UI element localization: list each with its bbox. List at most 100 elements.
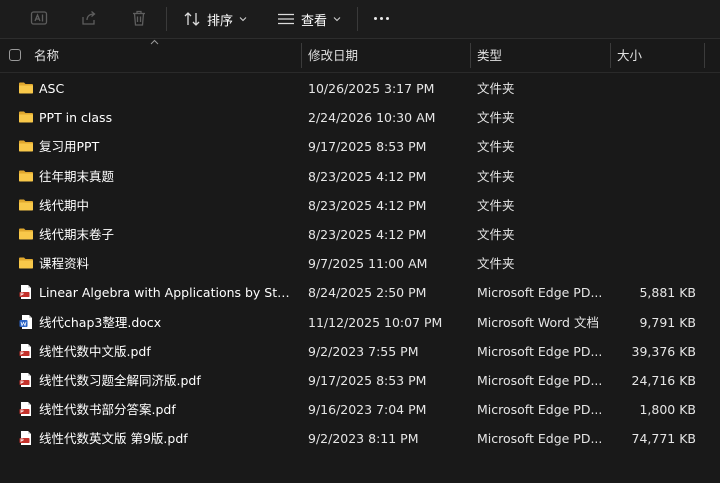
file-type: Microsoft Edge PD... <box>477 372 603 388</box>
file-name: 线代期中 <box>39 197 90 213</box>
file-date-modified: 9/17/2025 8:53 PM <box>308 372 427 388</box>
file-name: 线性代数英文版 第9版.pdf <box>39 431 188 447</box>
file-row[interactable]: 线性代数英文版 第9版.pdf 9/2/2023 8:11 PM Microsoft… <box>0 424 720 453</box>
file-date-modified: 9/2/2023 7:55 PM <box>308 343 419 359</box>
file-name: 往年期末真题 <box>39 168 115 184</box>
sort-button[interactable]: 排序 <box>183 0 247 38</box>
column-header: 名称 修改日期 类型 大小 <box>0 39 720 73</box>
column-type[interactable]: 类型 <box>477 39 502 72</box>
file-date-modified: 8/24/2025 2:50 PM <box>308 285 427 301</box>
file-row[interactable]: 课程资料 9/7/2025 11:00 AM 文件夹 <box>0 249 720 278</box>
file-size <box>616 191 696 220</box>
folder-icon <box>18 168 34 184</box>
column-size[interactable]: 大小 <box>617 39 642 72</box>
sort-label: 排序 <box>207 13 234 29</box>
column-date-modified[interactable]: 修改日期 <box>308 39 358 72</box>
file-row[interactable]: 往年期末真题 8/23/2025 4:12 PM 文件夹 <box>0 162 720 191</box>
file-date-modified: 8/23/2025 4:12 PM <box>308 168 427 184</box>
file-size <box>616 220 696 249</box>
file-row[interactable]: 线性代数书部分答案.pdf 9/16/2023 7:04 PM Microsoft … <box>0 395 720 424</box>
folder-icon <box>18 80 34 96</box>
file-date-modified: 8/23/2025 4:12 PM <box>308 197 427 213</box>
file-size: 24,716 KB <box>631 372 696 388</box>
file-type: Microsoft Edge PD... <box>477 402 603 418</box>
file-type: 文件夹 <box>477 197 515 213</box>
file-type: 文件夹 <box>477 168 515 184</box>
pdf-icon <box>18 343 34 359</box>
pdf-icon <box>18 401 34 417</box>
file-type: 文件夹 <box>477 110 515 126</box>
file-row[interactable]: ASC 10/26/2025 3:17 PM 文件夹 <box>0 74 720 103</box>
delete-icon[interactable] <box>129 8 149 28</box>
file-name: Linear Algebra with Applications by Stev… <box>39 285 293 301</box>
command-bar: 排序 查看 <box>0 0 720 39</box>
file-type: 文件夹 <box>477 139 515 155</box>
file-date-modified: 2/24/2026 10:30 AM <box>308 110 436 126</box>
file-size: 1,800 KB <box>639 402 696 418</box>
file-date-modified: 9/17/2025 8:53 PM <box>308 139 427 155</box>
file-date-modified: 9/7/2025 11:00 AM <box>308 256 428 272</box>
word-icon <box>18 314 34 330</box>
file-row[interactable]: 线代chap3整理.docx 11/12/2025 10:07 PM Microso… <box>0 308 720 337</box>
file-row[interactable]: PPT in class 2/24/2026 10:30 AM 文件夹 <box>0 103 720 132</box>
file-row[interactable]: 线代期末卷子 8/23/2025 4:12 PM 文件夹 <box>0 220 720 249</box>
select-all-checkbox[interactable] <box>9 49 21 61</box>
file-name: 线性代数书部分答案.pdf <box>39 402 176 418</box>
file-type: 文件夹 <box>477 226 515 242</box>
file-size <box>616 74 696 103</box>
file-name: 线性代数中文版.pdf <box>39 343 151 359</box>
file-name: 课程资料 <box>39 256 90 272</box>
file-row[interactable]: Linear Algebra with Applications by Stev… <box>0 278 720 307</box>
file-name: 线代chap3整理.docx <box>39 314 162 330</box>
file-name: 线性代数习题全解同济版.pdf <box>39 372 201 388</box>
more-options-icon[interactable] <box>374 17 389 20</box>
pdf-icon <box>18 430 34 446</box>
column-name[interactable]: 名称 <box>34 39 59 72</box>
file-date-modified: 9/2/2023 8:11 PM <box>308 431 419 447</box>
file-size: 74,771 KB <box>631 431 696 447</box>
file-date-modified: 11/12/2025 10:07 PM <box>308 314 443 330</box>
chevron-down-icon <box>333 17 341 22</box>
file-size: 39,376 KB <box>631 343 696 359</box>
toolbar-separator <box>166 7 167 31</box>
file-name: 复习用PPT <box>39 139 100 155</box>
column-divider[interactable] <box>301 43 302 68</box>
file-type: 文件夹 <box>477 256 515 272</box>
file-date-modified: 8/23/2025 4:12 PM <box>308 226 427 242</box>
file-type: Microsoft Edge PD... <box>477 343 603 359</box>
folder-icon <box>18 197 34 213</box>
file-row[interactable]: 线代期中 8/23/2025 4:12 PM 文件夹 <box>0 191 720 220</box>
file-type: Microsoft Edge PD... <box>477 285 603 301</box>
folder-icon <box>18 138 34 154</box>
folder-icon <box>18 226 34 242</box>
file-name: PPT in class <box>39 110 113 126</box>
folder-icon <box>18 109 34 125</box>
file-size <box>616 132 696 161</box>
view-button[interactable]: 查看 <box>277 0 341 38</box>
pdf-icon <box>18 284 34 300</box>
file-row[interactable]: 线性代数中文版.pdf 9/2/2023 7:55 PM Microsoft Edg… <box>0 337 720 366</box>
pdf-icon <box>18 372 34 388</box>
column-divider[interactable] <box>610 43 611 68</box>
column-divider[interactable] <box>704 43 705 68</box>
file-type: Microsoft Word 文档 <box>477 314 599 330</box>
file-size <box>616 162 696 191</box>
file-size: 9,791 KB <box>639 314 696 330</box>
sort-ascending-icon <box>150 39 159 45</box>
file-row[interactable]: 复习用PPT 9/17/2025 8:53 PM 文件夹 <box>0 132 720 161</box>
toolbar-separator <box>357 7 358 31</box>
share-icon[interactable] <box>79 8 99 28</box>
sort-icon <box>184 12 200 26</box>
file-size <box>616 103 696 132</box>
column-divider[interactable] <box>470 43 471 68</box>
file-date-modified: 10/26/2025 3:17 PM <box>308 81 435 96</box>
file-date-modified: 9/16/2023 7:04 PM <box>308 402 427 418</box>
folder-icon <box>18 255 34 271</box>
file-row[interactable]: 线性代数习题全解同济版.pdf 9/17/2025 8:53 PM Microsof… <box>0 366 720 395</box>
file-list: ASC 10/26/2025 3:17 PM 文件夹 PPT in class 2/2… <box>0 74 720 453</box>
rename-icon[interactable] <box>29 8 49 28</box>
file-type: 文件夹 <box>477 81 515 96</box>
view-label: 查看 <box>301 13 328 29</box>
chevron-down-icon <box>239 17 247 22</box>
view-list-icon <box>278 13 294 25</box>
